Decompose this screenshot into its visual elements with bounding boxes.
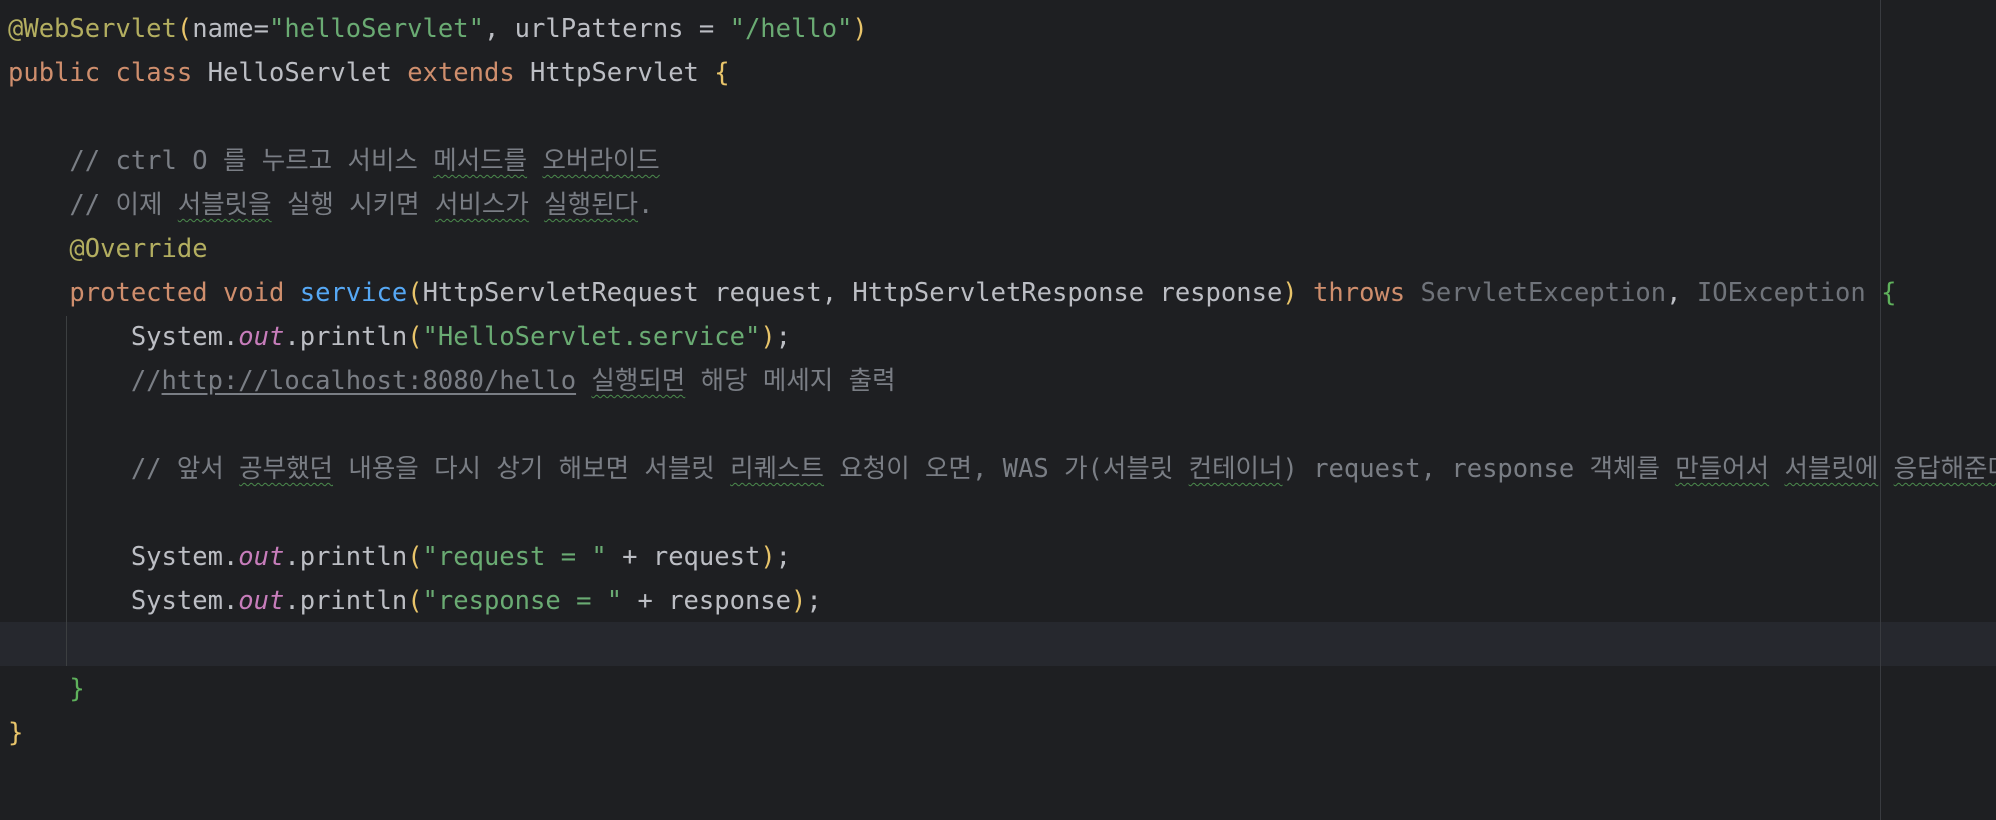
right-margin-guide xyxy=(1880,0,1881,820)
annotation-token: @WebServlet xyxy=(8,14,177,44)
concat-token: + request xyxy=(606,542,761,572)
code-line-class-declaration[interactable]: public class HelloServlet extends HttpSe… xyxy=(8,51,730,95)
typo-word: 공부했던 xyxy=(239,454,334,484)
comment-token: // 앞서 xyxy=(130,454,240,484)
comment-token: // ctrl O 를 누르고 서비스 xyxy=(69,146,434,176)
static-field-token: out xyxy=(238,322,285,352)
class-name-token: HelloServlet xyxy=(207,58,392,88)
static-field-token: out xyxy=(238,542,285,572)
semicolon-token: ; xyxy=(806,586,822,616)
comment-token xyxy=(1878,454,1893,484)
concat-token: + response xyxy=(622,586,792,616)
keyword-token: protected xyxy=(69,278,208,308)
brace-token: } xyxy=(69,674,85,704)
comment-token xyxy=(529,190,544,220)
typo-word: 메서드를 xyxy=(433,146,528,176)
attribute-token: name= xyxy=(192,14,270,44)
typo-word: 서블릿을 xyxy=(177,190,272,220)
code-line-println-request[interactable]: System.out.println("request = " + reques… xyxy=(8,535,791,579)
brace-token: } xyxy=(8,718,24,748)
paren-token: ( xyxy=(407,278,423,308)
typo-word: 만들어서 xyxy=(1675,454,1770,484)
typo-word: 리퀘스트 xyxy=(730,454,824,484)
keyword-token: throws xyxy=(1313,278,1406,308)
comment-token: ) request, response 객체를 xyxy=(1282,454,1676,484)
paren-token: ) xyxy=(760,542,776,572)
comment-token: 실행 시키면 xyxy=(271,190,435,220)
comment-token xyxy=(527,146,542,176)
semicolon-token: ; xyxy=(775,322,792,352)
code-line-comment-2[interactable]: // 이제 서블릿을 실행 시키면 서비스가 실행된다. xyxy=(8,183,653,227)
comment-token: // xyxy=(130,366,162,396)
comment-token: 내용을 다시 상기 해보면 서블릿 xyxy=(333,454,731,484)
call-token: .println xyxy=(284,586,408,616)
exception-token: ServletException xyxy=(1420,278,1667,308)
paren-token: ) xyxy=(760,322,776,352)
static-field-token: out xyxy=(238,586,285,616)
keyword-token: extends xyxy=(407,58,515,88)
object-token: System. xyxy=(130,586,239,616)
paren-token: ( xyxy=(176,14,193,44)
code-line-url-comment[interactable]: //http://localhost:8080/hello 실행되면 해당 메세… xyxy=(8,359,896,403)
paren-token: ) xyxy=(791,586,807,616)
paren-token: ( xyxy=(407,586,423,616)
code-line-comment-1[interactable]: // ctrl O 를 누르고 서비스 메서드를 오버라이드 xyxy=(8,139,660,183)
exception-token: IOException xyxy=(1696,278,1866,308)
keyword-token: void xyxy=(222,278,285,308)
code-line-class-close[interactable]: } xyxy=(8,711,23,755)
comment-token xyxy=(1769,454,1784,484)
brace-token: { xyxy=(714,58,730,88)
string-token: "HelloServlet.service" xyxy=(422,322,761,352)
comment-token: . xyxy=(638,190,654,220)
typo-word: 응답해준다 xyxy=(1893,454,1996,484)
parameters-token: HttpServletRequest request, HttpServletR… xyxy=(422,278,1283,308)
typo-word: 오버라이드 xyxy=(542,146,660,176)
method-name-token: service xyxy=(299,278,408,308)
object-token: System. xyxy=(130,322,239,352)
comment-token xyxy=(576,366,591,396)
string-token: "request = " xyxy=(422,542,607,572)
semicolon-token: ; xyxy=(775,542,792,572)
call-token: .println xyxy=(284,322,408,352)
brace-token: { xyxy=(1881,278,1897,308)
string-token: "response = " xyxy=(422,586,623,616)
string-token: "/hello" xyxy=(729,14,853,44)
attribute-token: , urlPatterns = xyxy=(483,14,730,44)
annotation-token: @Override xyxy=(69,234,208,264)
url-link[interactable]: http://localhost:8080/hello xyxy=(162,366,577,396)
comment-token: 요청이 오면, WAS 가(서블릿 xyxy=(823,454,1189,484)
code-line-override-annotation[interactable]: @Override xyxy=(8,227,208,271)
typo-word: 서비스가 xyxy=(434,190,529,220)
paren-token: ( xyxy=(407,542,423,572)
string-token: "helloServlet" xyxy=(269,14,484,44)
comma-token: , xyxy=(1666,278,1697,308)
paren-token: ) xyxy=(1282,278,1298,308)
code-line-method-signature[interactable]: protected void service(HttpServletReques… xyxy=(8,271,1896,315)
typo-word: 컨테이너 xyxy=(1188,454,1283,484)
keyword-token: class xyxy=(115,58,193,88)
typo-word: 실행된다 xyxy=(544,190,639,220)
paren-token: ( xyxy=(407,322,423,352)
object-token: System. xyxy=(130,542,239,572)
typo-word: 서블릿에 xyxy=(1784,454,1879,484)
paren-token: ) xyxy=(852,14,868,44)
code-line-method-close[interactable]: } xyxy=(8,667,85,711)
code-line-println-response[interactable]: System.out.println("response = " + respo… xyxy=(8,579,822,623)
code-line-webservlet-annotation[interactable]: @WebServlet(name="helloServlet", urlPatt… xyxy=(8,7,868,51)
code-editor[interactable]: @WebServlet(name="helloServlet", urlPatt… xyxy=(0,0,1996,820)
comment-token: // 이제 xyxy=(69,190,178,220)
code-line-long-comment[interactable]: // 앞서 공부했던 내용을 다시 상기 해보면 서블릿 리퀘스트 요청이 오면… xyxy=(8,447,1996,491)
code-line-println-service[interactable]: System.out.println("HelloServlet.service… xyxy=(8,315,791,359)
typo-word: 실행되면 xyxy=(591,366,686,396)
comment-token: 해당 메세지 출력 xyxy=(685,366,896,396)
superclass-token: HttpServlet xyxy=(530,58,699,88)
call-token: .println xyxy=(284,542,408,572)
current-line-highlight xyxy=(0,622,1996,666)
keyword-token: public xyxy=(8,58,101,88)
